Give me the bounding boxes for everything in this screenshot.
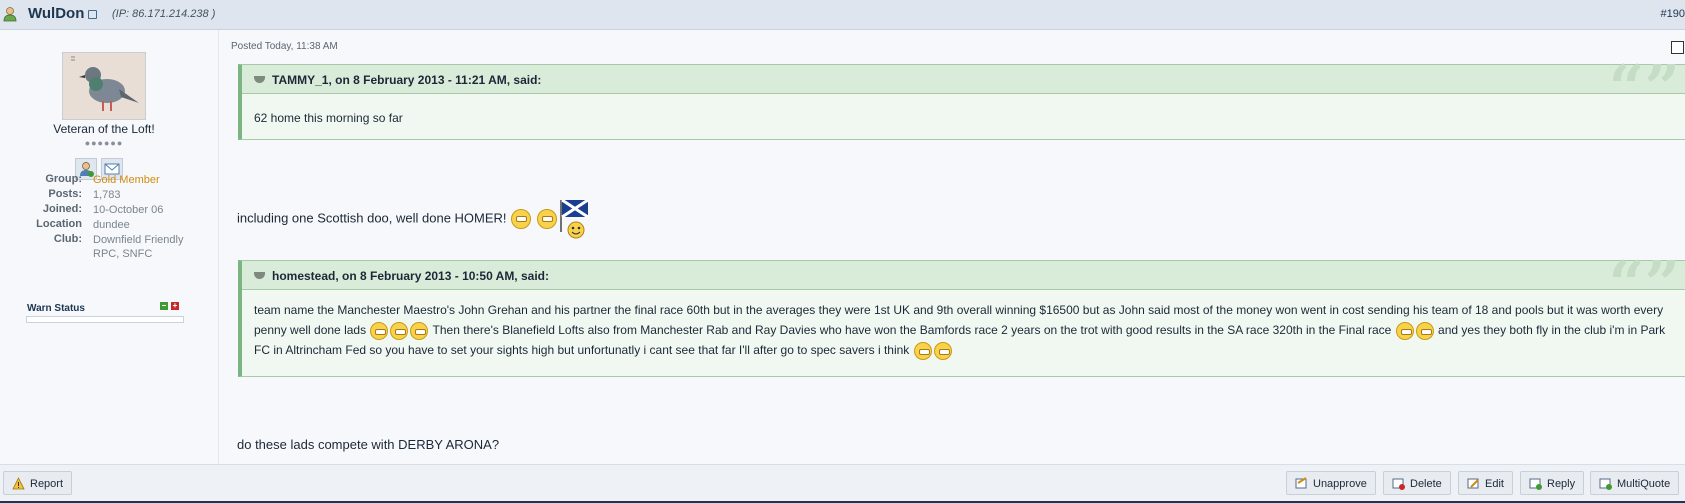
stat-posts-value: 1,783 [93,189,121,201]
stat-group-value: Gold Member [93,174,160,186]
stat-posts-label: Posts: [48,188,82,200]
user-icon [3,7,17,22]
warn-decrease-button[interactable]: − [160,302,168,310]
ip-address: (IP: 86.171.214.238 ) [112,8,216,20]
quote-text: Then there's Blanefield Lofts also from … [432,323,1392,337]
warn-status-bar [26,316,184,323]
grin-emoji-icon [1395,321,1414,340]
grin-emoji-icon [1415,321,1434,340]
external-link-icon[interactable] [88,10,97,19]
author-name-link[interactable]: WulDon [28,5,84,22]
scotland-flag-smiley-icon [560,198,589,239]
rank-pips: ●●●●●● [84,138,124,148]
quote-citation[interactable]: homestead, on 8 February 2013 - 10:50 AM… [272,269,549,283]
quote-body: 62 home this morning so far [254,111,403,125]
pigeon-avatar-image [63,53,145,119]
warn-status-label: Warn Status [27,303,85,314]
stat-club-label: Club: [53,233,82,245]
unapprove-icon [1295,477,1307,489]
quote-header: TAMMY_1, on 8 February 2013 - 11:21 AM, … [242,57,1685,119]
stat-group-label: Group: [45,173,82,185]
multiquote-label: MultiQuote [1617,478,1671,490]
quote-icon [254,76,265,83]
member-title: Veteran of the Loft! [53,122,155,136]
post-text-line: do these lads compete with DERBY ARONA? [237,437,499,452]
stat-location-label: Location [36,218,82,230]
post-footer: Report Unapprove Delete Edit Reply Multi… [0,464,1685,503]
report-label: Report [30,478,64,490]
avatar[interactable] [62,52,146,120]
delete-icon [1392,478,1405,490]
post-text-line: including one Scottish doo, well done HO… [237,209,558,229]
delete-label: Delete [1410,478,1442,490]
stat-location-value: dundee [93,219,130,231]
post-text: including one Scottish doo, well done HO… [237,210,507,226]
warn-increase-button[interactable]: + [171,302,179,310]
report-button[interactable]: Report [3,471,73,495]
posted-date: Posted Today, 11:38 AM [231,41,338,52]
reply-button[interactable]: Reply [1520,471,1585,495]
laugh-emoji-icon [933,341,952,360]
edit-icon [1467,478,1479,489]
unapprove-button[interactable]: Unapprove [1286,471,1376,495]
grin-emoji-icon [370,321,389,340]
grin-emoji-icon [390,321,409,340]
multiquote-button[interactable]: MultiQuote [1590,471,1680,495]
stat-joined-label: Joined: [42,203,82,215]
quote-body: team name the Manchester Maestro's John … [242,290,1685,360]
quote-block: TAMMY_1, on 8 February 2013 - 11:21 AM, … [238,57,1685,140]
edit-label: Edit [1485,478,1504,490]
warning-icon [12,477,25,490]
edit-button[interactable]: Edit [1458,471,1513,495]
post-number-link[interactable]: #190 [1661,8,1685,20]
quote-mark-icon: “” [1608,247,1680,320]
laugh-emoji-icon [913,341,932,360]
reply-label: Reply [1547,478,1576,490]
author-panel: Veteran of the Loft! ●●●●●● Group: Gold … [0,30,219,464]
stat-joined-value: 10-October 06 [93,204,164,216]
quote-mark-icon: “” [1608,51,1680,124]
quote-block: homestead, on 8 February 2013 - 10:50 AM… [238,253,1685,377]
grin-emoji-icon [536,209,557,229]
reply-icon [1529,478,1542,490]
quote-header: homestead, on 8 February 2013 - 10:50 AM… [242,253,1685,315]
quote-citation[interactable]: TAMMY_1, on 8 February 2013 - 11:21 AM, … [272,73,541,87]
post-header: WulDon (IP: 86.171.214.238 ) #190 [0,0,1685,30]
post-text: do these lads compete with DERBY ARONA? [237,437,500,452]
stat-club-value: Downfield Friendly RPC, SNFC [93,234,184,260]
multiquote-icon [1599,478,1612,490]
delete-button[interactable]: Delete [1383,471,1451,495]
grin-emoji-icon [511,209,532,229]
unapprove-label: Unapprove [1313,478,1367,490]
grin-emoji-icon [410,321,429,340]
quote-icon [254,272,265,279]
